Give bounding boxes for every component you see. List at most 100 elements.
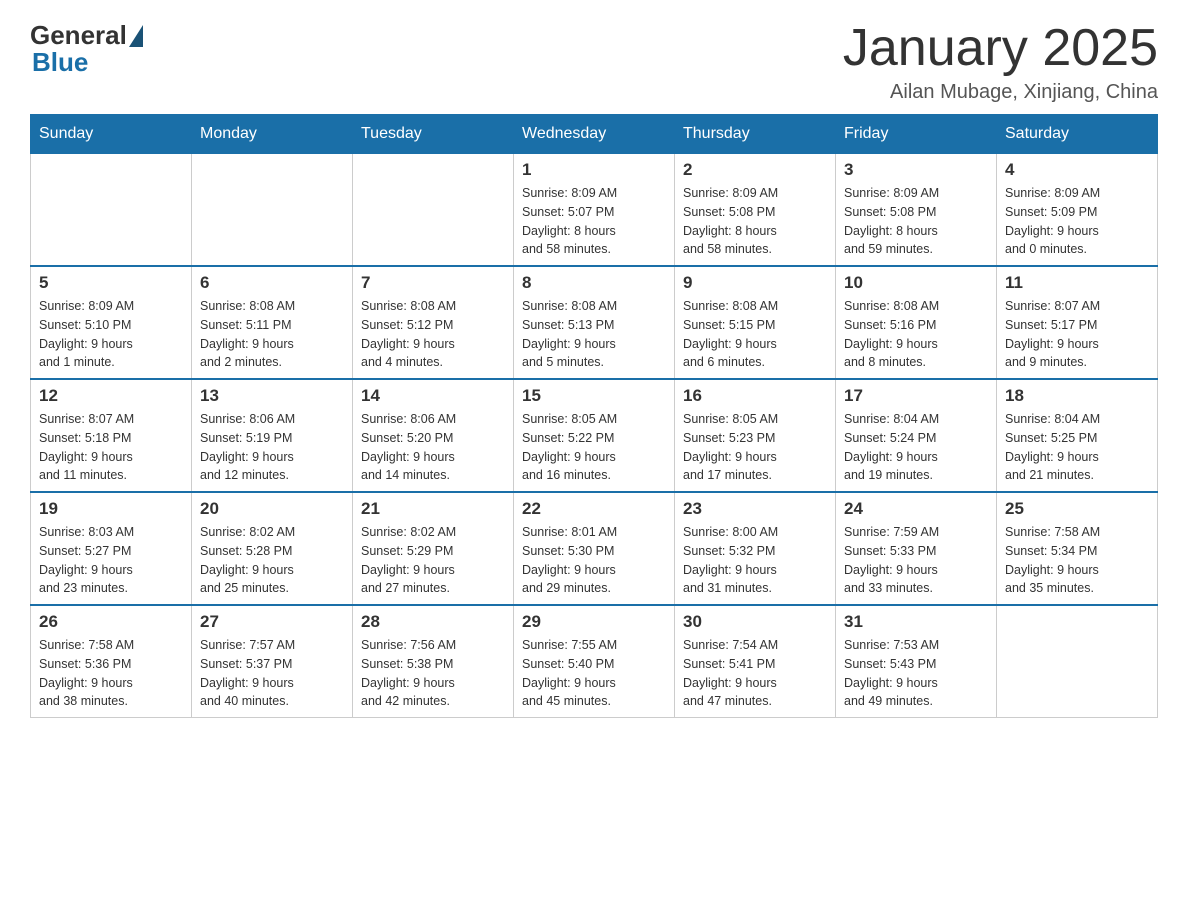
day-info: Sunrise: 8:00 AM Sunset: 5:32 PM Dayligh… [683, 523, 827, 598]
title-section: January 2025 Ailan Mubage, Xinjiang, Chi… [843, 20, 1158, 104]
calendar-cell [353, 154, 514, 267]
logo-blue-text: Blue [32, 47, 143, 78]
day-info: Sunrise: 8:09 AM Sunset: 5:09 PM Dayligh… [1005, 184, 1149, 259]
day-number: 14 [361, 386, 505, 406]
day-info: Sunrise: 8:06 AM Sunset: 5:19 PM Dayligh… [200, 410, 344, 485]
calendar-cell: 20 Sunrise: 8:02 AM Sunset: 5:28 PM Dayli… [192, 492, 353, 605]
day-number: 16 [683, 386, 827, 406]
day-number: 3 [844, 160, 988, 180]
weekday-header-wednesday: Wednesday [514, 115, 675, 154]
calendar-cell: 3 Sunrise: 8:09 AM Sunset: 5:08 PM Daylig… [836, 154, 997, 267]
day-number: 9 [683, 273, 827, 293]
day-number: 15 [522, 386, 666, 406]
day-number: 24 [844, 499, 988, 519]
day-number: 8 [522, 273, 666, 293]
day-info: Sunrise: 8:01 AM Sunset: 5:30 PM Dayligh… [522, 523, 666, 598]
day-number: 5 [39, 273, 183, 293]
day-info: Sunrise: 8:06 AM Sunset: 5:20 PM Dayligh… [361, 410, 505, 485]
calendar-cell: 2Sunrise: 8:09 AM Sunset: 5:08 PM Daylig… [675, 154, 836, 267]
day-info: Sunrise: 8:03 AM Sunset: 5:27 PM Dayligh… [39, 523, 183, 598]
day-info: Sunrise: 8:05 AM Sunset: 5:22 PM Dayligh… [522, 410, 666, 485]
day-number: 28 [361, 612, 505, 632]
weekday-header-saturday: Saturday [997, 115, 1158, 154]
day-info: Sunrise: 8:04 AM Sunset: 5:24 PM Dayligh… [844, 410, 988, 485]
day-number: 31 [844, 612, 988, 632]
day-info: Sunrise: 7:53 AM Sunset: 5:43 PM Dayligh… [844, 636, 988, 711]
calendar-cell: 12Sunrise: 8:07 AM Sunset: 5:18 PM Dayli… [31, 379, 192, 492]
calendar-cell: 21 Sunrise: 8:02 AM Sunset: 5:29 PM Dayli… [353, 492, 514, 605]
day-number: 11 [1005, 273, 1149, 293]
calendar-week-row: 5 Sunrise: 8:09 AM Sunset: 5:10 PM Daylig… [31, 266, 1158, 379]
weekday-header-tuesday: Tuesday [353, 115, 514, 154]
day-info: Sunrise: 8:02 AM Sunset: 5:29 PM Dayligh… [361, 523, 505, 598]
calendar-week-row: 19 Sunrise: 8:03 AM Sunset: 5:27 PM Dayli… [31, 492, 1158, 605]
day-number: 26 [39, 612, 183, 632]
day-number: 23 [683, 499, 827, 519]
weekday-header-monday: Monday [192, 115, 353, 154]
day-info: Sunrise: 7:59 AM Sunset: 5:33 PM Dayligh… [844, 523, 988, 598]
weekday-header-friday: Friday [836, 115, 997, 154]
calendar-cell: 5 Sunrise: 8:09 AM Sunset: 5:10 PM Daylig… [31, 266, 192, 379]
day-number: 30 [683, 612, 827, 632]
day-number: 27 [200, 612, 344, 632]
calendar-cell: 17 Sunrise: 8:04 AM Sunset: 5:24 PM Dayli… [836, 379, 997, 492]
logo-wordmark: General Blue [30, 20, 143, 78]
day-number: 20 [200, 499, 344, 519]
day-number: 21 [361, 499, 505, 519]
calendar-week-row: 26 Sunrise: 7:58 AM Sunset: 5:36 PM Dayli… [31, 605, 1158, 718]
calendar-cell: 15 Sunrise: 8:05 AM Sunset: 5:22 PM Dayli… [514, 379, 675, 492]
calendar-cell: 16Sunrise: 8:05 AM Sunset: 5:23 PM Dayli… [675, 379, 836, 492]
weekday-header-thursday: Thursday [675, 115, 836, 154]
month-title: January 2025 [843, 20, 1158, 77]
calendar-cell: 18 Sunrise: 8:04 AM Sunset: 5:25 PM Dayli… [997, 379, 1158, 492]
day-info: Sunrise: 8:09 AM Sunset: 5:08 PM Dayligh… [844, 184, 988, 259]
calendar-cell [997, 605, 1158, 718]
calendar-cell: 7 Sunrise: 8:08 AM Sunset: 5:12 PM Daylig… [353, 266, 514, 379]
day-number: 7 [361, 273, 505, 293]
calendar-cell: 8 Sunrise: 8:08 AM Sunset: 5:13 PM Daylig… [514, 266, 675, 379]
day-info: Sunrise: 8:07 AM Sunset: 5:17 PM Dayligh… [1005, 297, 1149, 372]
day-info: Sunrise: 8:09 AM Sunset: 5:10 PM Dayligh… [39, 297, 183, 372]
day-info: Sunrise: 8:04 AM Sunset: 5:25 PM Dayligh… [1005, 410, 1149, 485]
day-info: Sunrise: 8:09 AM Sunset: 5:08 PM Dayligh… [683, 184, 827, 259]
day-number: 13 [200, 386, 344, 406]
calendar-cell: 11 Sunrise: 8:07 AM Sunset: 5:17 PM Dayli… [997, 266, 1158, 379]
calendar-week-row: 1Sunrise: 8:09 AM Sunset: 5:07 PM Daylig… [31, 154, 1158, 267]
day-number: 6 [200, 273, 344, 293]
weekday-header-row: SundayMondayTuesdayWednesdayThursdayFrid… [31, 115, 1158, 154]
day-info: Sunrise: 8:02 AM Sunset: 5:28 PM Dayligh… [200, 523, 344, 598]
day-number: 19 [39, 499, 183, 519]
day-number: 10 [844, 273, 988, 293]
calendar-table: SundayMondayTuesdayWednesdayThursdayFrid… [30, 114, 1158, 718]
day-number: 4 [1005, 160, 1149, 180]
day-number: 1 [522, 160, 666, 180]
logo-triangle-icon [129, 25, 143, 47]
calendar-cell: 9Sunrise: 8:08 AM Sunset: 5:15 PM Daylig… [675, 266, 836, 379]
day-info: Sunrise: 7:57 AM Sunset: 5:37 PM Dayligh… [200, 636, 344, 711]
page-header: General Blue January 2025 Ailan Mubage, … [30, 20, 1158, 104]
calendar-cell: 23 Sunrise: 8:00 AM Sunset: 5:32 PM Dayli… [675, 492, 836, 605]
calendar-cell: 22Sunrise: 8:01 AM Sunset: 5:30 PM Dayli… [514, 492, 675, 605]
day-info: Sunrise: 8:08 AM Sunset: 5:12 PM Dayligh… [361, 297, 505, 372]
day-number: 18 [1005, 386, 1149, 406]
calendar-cell: 19 Sunrise: 8:03 AM Sunset: 5:27 PM Dayli… [31, 492, 192, 605]
logo: General Blue [30, 20, 143, 78]
calendar-cell: 4 Sunrise: 8:09 AM Sunset: 5:09 PM Daylig… [997, 154, 1158, 267]
day-number: 17 [844, 386, 988, 406]
calendar-cell: 6 Sunrise: 8:08 AM Sunset: 5:11 PM Daylig… [192, 266, 353, 379]
calendar-cell [31, 154, 192, 267]
day-info: Sunrise: 7:58 AM Sunset: 5:36 PM Dayligh… [39, 636, 183, 711]
day-info: Sunrise: 8:07 AM Sunset: 5:18 PM Dayligh… [39, 410, 183, 485]
day-info: Sunrise: 8:08 AM Sunset: 5:13 PM Dayligh… [522, 297, 666, 372]
day-number: 29 [522, 612, 666, 632]
calendar-cell: 14 Sunrise: 8:06 AM Sunset: 5:20 PM Dayli… [353, 379, 514, 492]
calendar-cell: 25Sunrise: 7:58 AM Sunset: 5:34 PM Dayli… [997, 492, 1158, 605]
calendar-cell: 30 Sunrise: 7:54 AM Sunset: 5:41 PM Dayli… [675, 605, 836, 718]
day-info: Sunrise: 8:08 AM Sunset: 5:16 PM Dayligh… [844, 297, 988, 372]
day-info: Sunrise: 7:54 AM Sunset: 5:41 PM Dayligh… [683, 636, 827, 711]
calendar-cell: 1Sunrise: 8:09 AM Sunset: 5:07 PM Daylig… [514, 154, 675, 267]
calendar-cell: 24 Sunrise: 7:59 AM Sunset: 5:33 PM Dayli… [836, 492, 997, 605]
location-label: Ailan Mubage, Xinjiang, China [843, 81, 1158, 104]
day-info: Sunrise: 7:55 AM Sunset: 5:40 PM Dayligh… [522, 636, 666, 711]
day-info: Sunrise: 8:08 AM Sunset: 5:11 PM Dayligh… [200, 297, 344, 372]
